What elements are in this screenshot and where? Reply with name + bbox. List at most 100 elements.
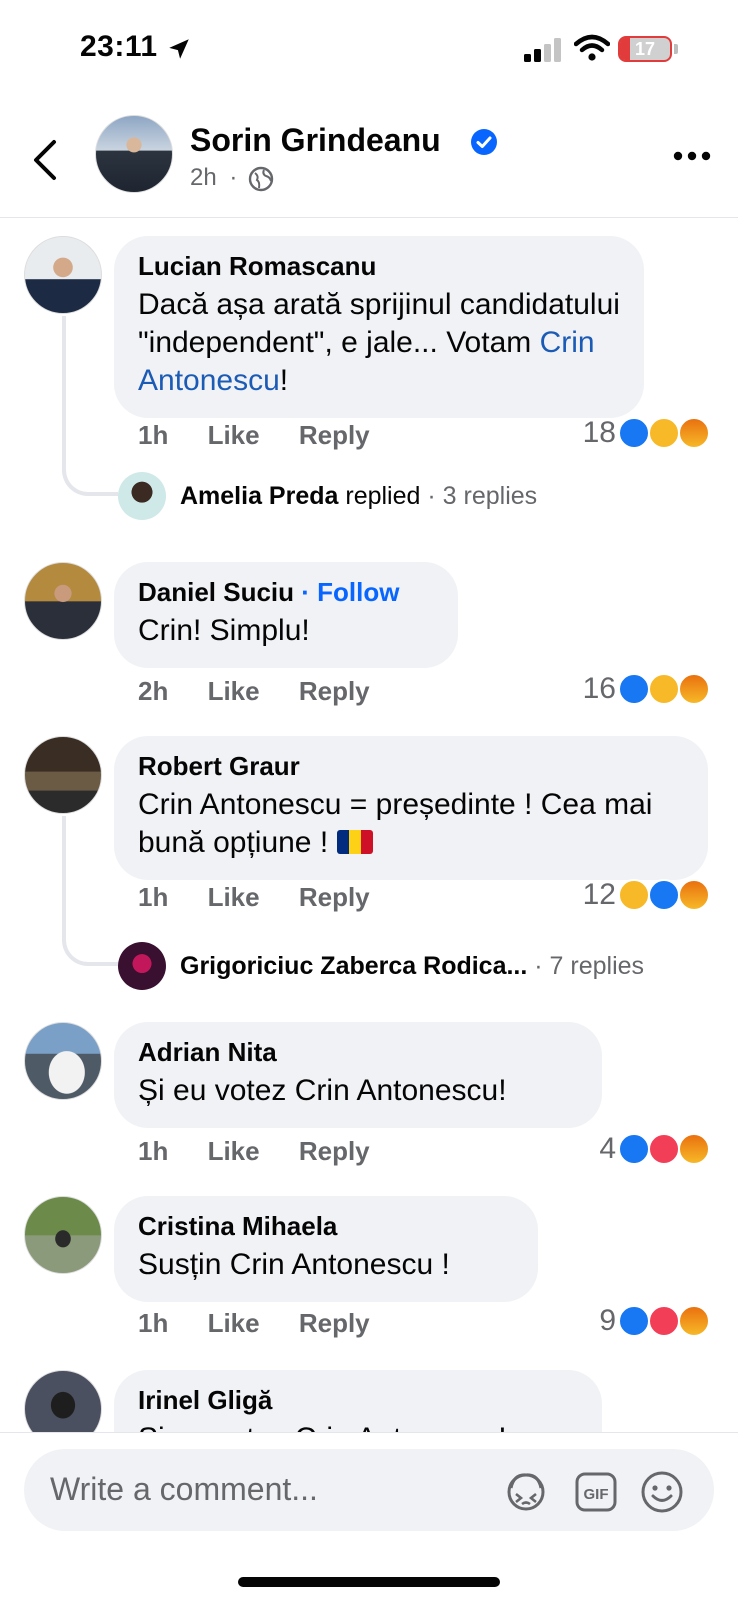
reaction-count: 18 [582, 416, 616, 449]
avatar-sticker-icon[interactable] [502, 1468, 550, 1516]
comment-text: Crin! Simplu! [138, 614, 310, 647]
comment-text: Dacă așa arată sprijinul candidatului "i… [138, 288, 620, 397]
status-time: 23:11 [80, 30, 158, 63]
replier-avatar [118, 472, 166, 520]
comment-time: 1h [138, 420, 169, 450]
angry-reaction-icon [678, 673, 710, 705]
like-button[interactable]: Like [208, 420, 260, 450]
reaction-count: 9 [599, 1304, 616, 1337]
angry-reaction-icon [678, 417, 710, 449]
reaction-summary[interactable]: 18 [583, 416, 710, 450]
like-button[interactable]: Like [208, 1136, 260, 1166]
replier-name: Grigoriciuc Zaberca Rodica... [180, 952, 528, 980]
like-button[interactable]: Like [208, 882, 260, 912]
reply-button[interactable]: Reply [299, 882, 370, 912]
like-reaction-icon [618, 417, 650, 449]
back-chevron-icon[interactable] [30, 138, 60, 182]
like-button[interactable]: Like [208, 1308, 260, 1338]
follow-button[interactable]: · Follow [301, 577, 399, 607]
cellular-signal-icon [524, 38, 561, 62]
comment-actions: 2h Like Reply [138, 676, 402, 707]
comment-bubble[interactable]: Cristina Mihaela Susțin Crin Antonescu ! [114, 1196, 538, 1302]
reply-count: · 7 replies [534, 952, 645, 980]
commenter-name[interactable]: Irinel Gligă [138, 1384, 578, 1416]
haha-reaction-icon [648, 673, 680, 705]
reaction-summary[interactable]: 12 [583, 878, 710, 912]
verified-badge-icon [471, 129, 497, 155]
reaction-count: 12 [582, 878, 616, 911]
comment-time: 1h [138, 882, 169, 912]
battery-indicator: 17 [618, 36, 672, 62]
haha-reaction-icon [648, 417, 680, 449]
comment-input[interactable]: Write a comment... GIF [24, 1449, 714, 1531]
meta-separator: · [229, 164, 238, 191]
location-arrow-icon [169, 39, 189, 59]
reply-count: · 3 replies [427, 482, 538, 510]
comment-composer: Write a comment... GIF [0, 1432, 738, 1600]
like-reaction-icon [618, 673, 650, 705]
home-indicator[interactable] [238, 1577, 500, 1587]
comment-time: 1h [138, 1308, 169, 1338]
love-reaction-icon [648, 1305, 680, 1337]
gif-icon[interactable]: GIF [572, 1468, 620, 1516]
like-reaction-icon [618, 1305, 650, 1337]
replier-name: Amelia Preda [180, 482, 339, 510]
replied-label: replied [345, 482, 421, 510]
comment-bubble[interactable]: Adrian Nita Și eu votez Crin Antonescu! [114, 1022, 602, 1128]
commenter-name[interactable]: Cristina Mihaela [138, 1210, 514, 1242]
reaction-summary[interactable]: 4 [599, 1132, 710, 1166]
reply-button[interactable]: Reply [299, 1308, 370, 1338]
comment-text: Susțin Crin Antonescu ! [138, 1248, 450, 1281]
comment-time: 1h [138, 1136, 169, 1166]
angry-reaction-icon [678, 1133, 710, 1165]
like-reaction-icon [618, 1133, 650, 1165]
svg-text:GIF: GIF [584, 1486, 609, 1503]
love-reaction-icon [648, 1133, 680, 1165]
emoji-icon[interactable] [638, 1468, 686, 1516]
comment-actions: 1h Like Reply [138, 420, 402, 451]
author-avatar[interactable] [95, 115, 173, 193]
post-time: 2h [190, 164, 217, 191]
angry-reaction-icon [678, 879, 710, 911]
commenter-name[interactable]: Robert Graur [138, 750, 684, 782]
commenter-avatar[interactable] [24, 236, 102, 314]
post-meta: 2h · [190, 164, 237, 192]
comment-text: Și eu votez Crin Antonescu! [138, 1074, 507, 1107]
comment-placeholder[interactable]: Write a comment... [50, 1471, 318, 1508]
like-reaction-icon [648, 879, 680, 911]
wifi-icon [574, 34, 610, 61]
commenter-name[interactable]: Adrian Nita [138, 1036, 578, 1068]
reply-button[interactable]: Reply [299, 1136, 370, 1166]
commenter-avatar[interactable] [24, 1196, 102, 1274]
comment-time: 2h [138, 676, 169, 706]
author-name[interactable]: Sorin Grindeanu [190, 122, 441, 159]
commenter-avatar[interactable] [24, 736, 102, 814]
replier-avatar [118, 942, 166, 990]
reaction-summary[interactable]: 16 [583, 672, 710, 706]
comment-bubble[interactable]: Daniel Suciu · Follow Crin! Simplu! [114, 562, 458, 668]
commenter-avatar[interactable] [24, 562, 102, 640]
reaction-count: 16 [582, 672, 616, 705]
commenter-name[interactable]: Daniel Suciu [138, 577, 294, 607]
thread-line [62, 316, 118, 496]
comment-bubble[interactable]: Robert Graur Crin Antonescu = președinte… [114, 736, 708, 880]
comment-actions: 1h Like Reply [138, 1308, 402, 1339]
comment-actions: 1h Like Reply [138, 882, 402, 913]
commenter-name[interactable]: Lucian Romascanu [138, 250, 620, 282]
status-bar: 23:11 17 [0, 0, 738, 100]
haha-reaction-icon [618, 879, 650, 911]
comment-bubble[interactable]: Lucian Romascanu Dacă așa arată sprijinu… [114, 236, 644, 418]
post-header: Sorin Grindeanu 2h · [0, 100, 738, 218]
romania-flag-icon [336, 830, 373, 854]
comment-text: Crin Antonescu = președinte ! Cea mai bu… [138, 788, 653, 859]
reply-button[interactable]: Reply [299, 676, 370, 706]
thread-line [62, 816, 118, 966]
reaction-summary[interactable]: 9 [599, 1304, 710, 1338]
more-options-icon[interactable] [672, 150, 712, 162]
commenter-avatar[interactable] [24, 1022, 102, 1100]
reply-button[interactable]: Reply [299, 420, 370, 450]
like-button[interactable]: Like [208, 676, 260, 706]
angry-reaction-icon [678, 1305, 710, 1337]
battery-level: 17 [634, 39, 656, 59]
reaction-count: 4 [599, 1132, 616, 1165]
